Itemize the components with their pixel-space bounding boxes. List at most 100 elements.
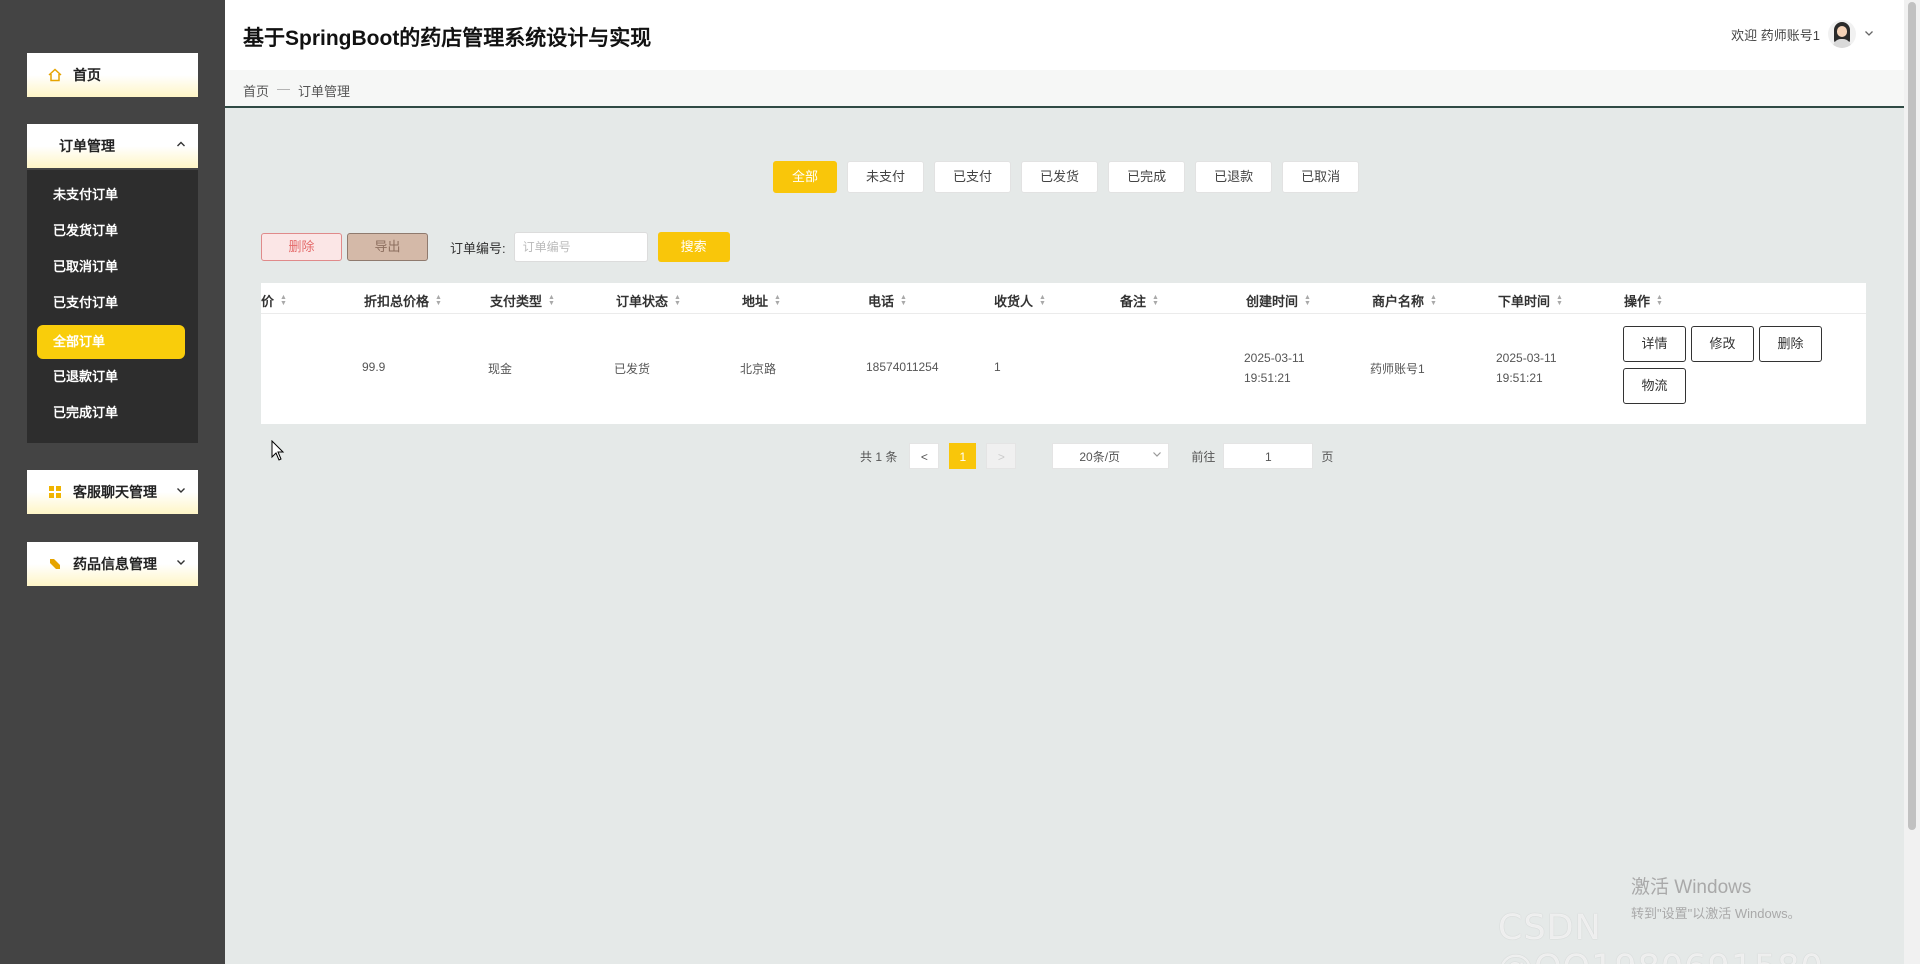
sidebar-item-cancelled-orders[interactable]: 已取消订单: [37, 250, 185, 284]
sort-icon[interactable]: ▲ ▼: [1304, 294, 1311, 307]
scrollbar-thumb[interactable]: [1908, 2, 1916, 830]
tab-paid[interactable]: 已支付: [934, 161, 1012, 193]
col-header-remark[interactable]: 备注 ▲ ▼: [1120, 291, 1159, 310]
sort-icon[interactable]: ▲ ▼: [280, 294, 287, 307]
export-button[interactable]: 导出: [347, 233, 428, 261]
page-suffix: 页: [1321, 449, 1334, 464]
col-header-created-at[interactable]: 创建时间 ▲ ▼: [1246, 291, 1311, 310]
breadcrumb-bar: 首页 — 订单管理: [225, 70, 1904, 108]
col-header-receiver[interactable]: 收货人 ▲ ▼: [994, 291, 1046, 310]
sidebar-item-all-orders[interactable]: 全部订单: [37, 325, 185, 359]
sidebar-item-home[interactable]: 首页: [27, 53, 198, 97]
chevron-down-icon: [176, 484, 186, 498]
page-size-select[interactable]: 20条/页: [1052, 443, 1170, 470]
sort-icon[interactable]: ▲ ▼: [548, 294, 555, 307]
breadcrumb-separator: —: [277, 81, 291, 96]
pill-icon: [47, 556, 63, 572]
breadcrumb-home[interactable]: 首页: [243, 81, 269, 100]
tab-cancelled[interactable]: 已取消: [1282, 161, 1360, 193]
cell-status: 已发货: [614, 362, 651, 376]
tab-unpaid[interactable]: 未支付: [847, 161, 925, 193]
sidebar-item-paid-orders[interactable]: 已支付订单: [37, 286, 185, 320]
sidebar-drug-mgmt-label: 药品信息管理: [73, 556, 157, 572]
mouse-cursor-icon: [271, 439, 285, 467]
page-size-value: 20条/页: [1079, 450, 1121, 464]
chevron-down-icon: [176, 556, 186, 570]
sort-icon[interactable]: ▲ ▼: [1556, 294, 1563, 307]
cell-created-at: 2025-03-11 19:51:21: [1244, 351, 1305, 385]
cell-merchant: 药师账号1: [1370, 362, 1425, 376]
cell-phone: 18574011254: [866, 360, 939, 374]
status-tabs: 全部 未支付 已支付 已发货 已完成 已退款 已取消: [773, 161, 1360, 193]
sidebar-home-label: 首页: [73, 67, 101, 83]
sidebar-item-chat-mgmt[interactable]: 客服聊天管理: [27, 470, 198, 514]
order-submenu: 未支付订单 已发货订单 已取消订单 已支付订单 全部订单 已退款订单 已完成订单: [27, 170, 198, 443]
col-header-merchant[interactable]: 商户名称 ▲ ▼: [1372, 291, 1437, 310]
cell-discount-total: 99.9: [362, 360, 386, 374]
order-no-input[interactable]: [513, 232, 648, 262]
logistics-button[interactable]: 物流: [1623, 368, 1686, 404]
cell-ordered-at: 2025-03-11 19:51:21: [1496, 351, 1557, 385]
cell-receiver: 1: [994, 360, 1001, 374]
sort-icon[interactable]: ▲ ▼: [900, 294, 907, 307]
sort-icon[interactable]: ▲ ▼: [1656, 294, 1663, 307]
breadcrumb: 首页 — 订单管理: [243, 81, 350, 100]
vertical-scrollbar[interactable]: [1904, 0, 1920, 964]
col-header-price[interactable]: 价 ▲ ▼: [261, 291, 287, 310]
page-1-button[interactable]: 1: [949, 443, 977, 469]
next-page-button[interactable]: >: [986, 443, 1017, 469]
top-header: 基于SpringBoot的药店管理系统设计与实现 欢迎 药师账号1: [225, 0, 1904, 70]
avatar[interactable]: [1828, 20, 1856, 48]
tab-all[interactable]: 全部: [773, 161, 838, 193]
edit-button[interactable]: 修改: [1691, 326, 1754, 362]
goto-label: 前往: [1191, 449, 1216, 464]
sidebar-item-refunded-orders[interactable]: 已退款订单: [37, 360, 185, 394]
sidebar-chat-mgmt-label: 客服聊天管理: [73, 484, 157, 500]
search-button[interactable]: 搜索: [657, 232, 730, 262]
sort-icon[interactable]: ▲ ▼: [1152, 294, 1159, 307]
col-header-phone[interactable]: 电话 ▲ ▼: [868, 291, 907, 310]
user-menu[interactable]: 欢迎 药师账号1: [1731, 20, 1874, 48]
sidebar-item-completed-orders[interactable]: 已完成订单: [37, 396, 185, 430]
col-header-pay-type[interactable]: 支付类型 ▲ ▼: [490, 291, 555, 310]
sort-icon[interactable]: ▲ ▼: [674, 294, 681, 307]
cell-pay-type: 现金: [488, 362, 513, 376]
csdn-watermark: CSDN @QQ1980691580: [1498, 908, 1823, 964]
order-no-label: 订单编号:: [450, 240, 506, 256]
chevron-down-icon: [1152, 444, 1162, 470]
col-header-status[interactable]: 订单状态 ▲ ▼: [616, 291, 681, 310]
sidebar: 首页 订单管理 未支付订单 已发货订单 已取消订单 已支付订单 全部订单 已退款…: [0, 0, 225, 964]
col-header-actions[interactable]: 操作 ▲ ▼: [1624, 291, 1663, 310]
row-delete-button[interactable]: 删除: [1759, 326, 1822, 362]
col-header-discount-total[interactable]: 折扣总价格 ▲ ▼: [364, 291, 442, 310]
sidebar-order-mgmt-label: 订单管理: [59, 138, 115, 154]
table-row: 99.9 现金 已发货 北京路 18574011254 1 2025-03-11…: [261, 314, 1866, 424]
orders-table: 价 ▲ ▼ 折扣总价格 ▲ ▼ 支付类型 ▲ ▼ 订单状态 ▲ ▼ 地址 ▲ ▼ 电话 ▲ ▼ 收货人 ▲…: [261, 283, 1866, 424]
tab-completed[interactable]: 已完成: [1108, 161, 1186, 193]
sidebar-item-order-mgmt[interactable]: 订单管理: [27, 124, 198, 168]
sidebar-item-shipped-orders[interactable]: 已发货订单: [37, 214, 185, 248]
sort-icon[interactable]: ▲ ▼: [774, 294, 781, 307]
col-header-ordered-at[interactable]: 下单时间 ▲ ▼: [1498, 291, 1563, 310]
prev-page-button[interactable]: <: [909, 443, 940, 469]
windows-watermark-line1: 激活 Windows: [1631, 877, 1752, 898]
detail-button[interactable]: 详情: [1623, 326, 1686, 362]
goto-page-input[interactable]: 1: [1223, 443, 1314, 469]
table-header: 价 ▲ ▼ 折扣总价格 ▲ ▼ 支付类型 ▲ ▼ 订单状态 ▲ ▼ 地址 ▲ ▼ 电话 ▲ ▼ 收货人 ▲…: [261, 283, 1866, 314]
tab-shipped[interactable]: 已发货: [1021, 161, 1099, 193]
breadcrumb-current: 订单管理: [298, 84, 351, 99]
sort-icon[interactable]: ▲ ▼: [1039, 294, 1046, 307]
tab-refunded[interactable]: 已退款: [1195, 161, 1273, 193]
chevron-down-icon[interactable]: [1864, 28, 1874, 41]
sort-icon[interactable]: ▲ ▼: [435, 294, 442, 307]
pagination: 共 1 条 < 1 > 20条/页 前往 1 页: [860, 443, 1333, 469]
sidebar-item-drug-mgmt[interactable]: 药品信息管理: [27, 542, 198, 586]
sidebar-item-unpaid-orders[interactable]: 未支付订单: [37, 178, 185, 212]
sort-icon[interactable]: ▲ ▼: [1430, 294, 1437, 307]
home-icon: [47, 67, 63, 83]
col-header-address[interactable]: 地址 ▲ ▼: [742, 291, 781, 310]
delete-button[interactable]: 删除: [261, 233, 342, 261]
welcome-text: 欢迎 药师账号1: [1731, 27, 1820, 43]
grid-icon: [47, 484, 63, 500]
cell-address: 北京路: [740, 362, 777, 376]
